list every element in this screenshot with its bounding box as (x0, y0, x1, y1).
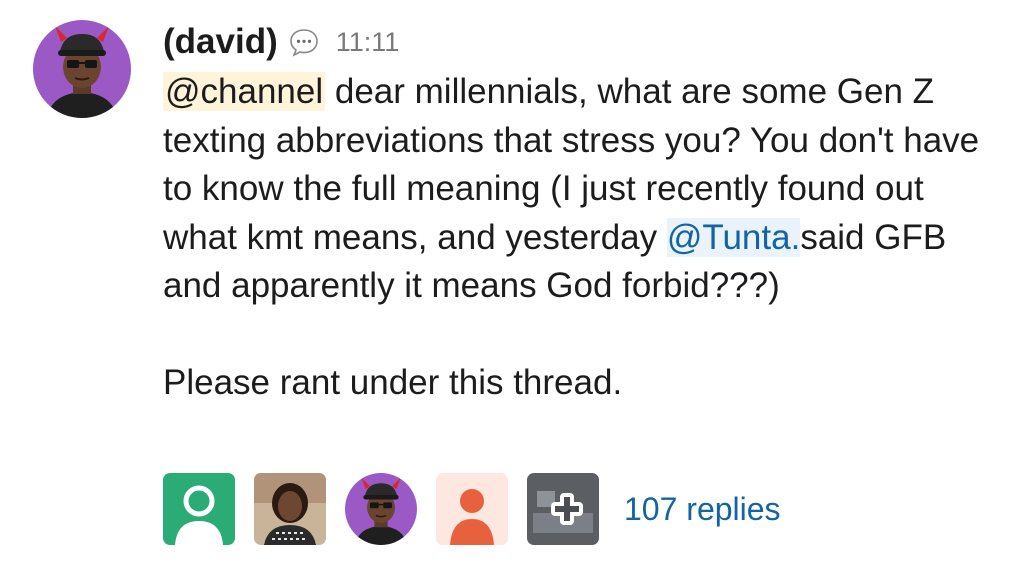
photo-avatar-woman (254, 473, 326, 545)
participant-avatar-3 (345, 473, 417, 545)
devil-emoji-avatar-icon (33, 20, 131, 118)
more-participants (527, 473, 599, 545)
message-timestamp[interactable]: 11:11 (336, 27, 400, 58)
channel-mention: @channel (163, 72, 326, 111)
more-participants-plus-icon (527, 473, 599, 545)
devil-emoji-avatar-icon (345, 473, 417, 545)
thread-replies-bar[interactable]: 107 replies (163, 473, 781, 545)
default-user-orange-icon (436, 473, 508, 545)
reply-count-link[interactable]: 107 replies (624, 491, 781, 528)
message-header: (david) 11:11 (163, 16, 399, 68)
default-user-green-icon (163, 473, 235, 545)
message-body: @channel dear millennials, what are some… (163, 68, 1003, 408)
author-name[interactable]: (david) (163, 22, 278, 62)
speech-bubble-icon (288, 27, 320, 57)
user-mention[interactable]: @Tunta. (666, 217, 801, 257)
message-text-part3: Please rant under this thread. (163, 363, 623, 402)
participant-avatar-1 (163, 473, 235, 545)
participant-avatar-4 (436, 473, 508, 545)
slack-message: (david) 11:11 @channel dear millennials,… (0, 0, 1024, 573)
author-avatar[interactable] (33, 20, 131, 118)
participant-avatar-2 (254, 473, 326, 545)
